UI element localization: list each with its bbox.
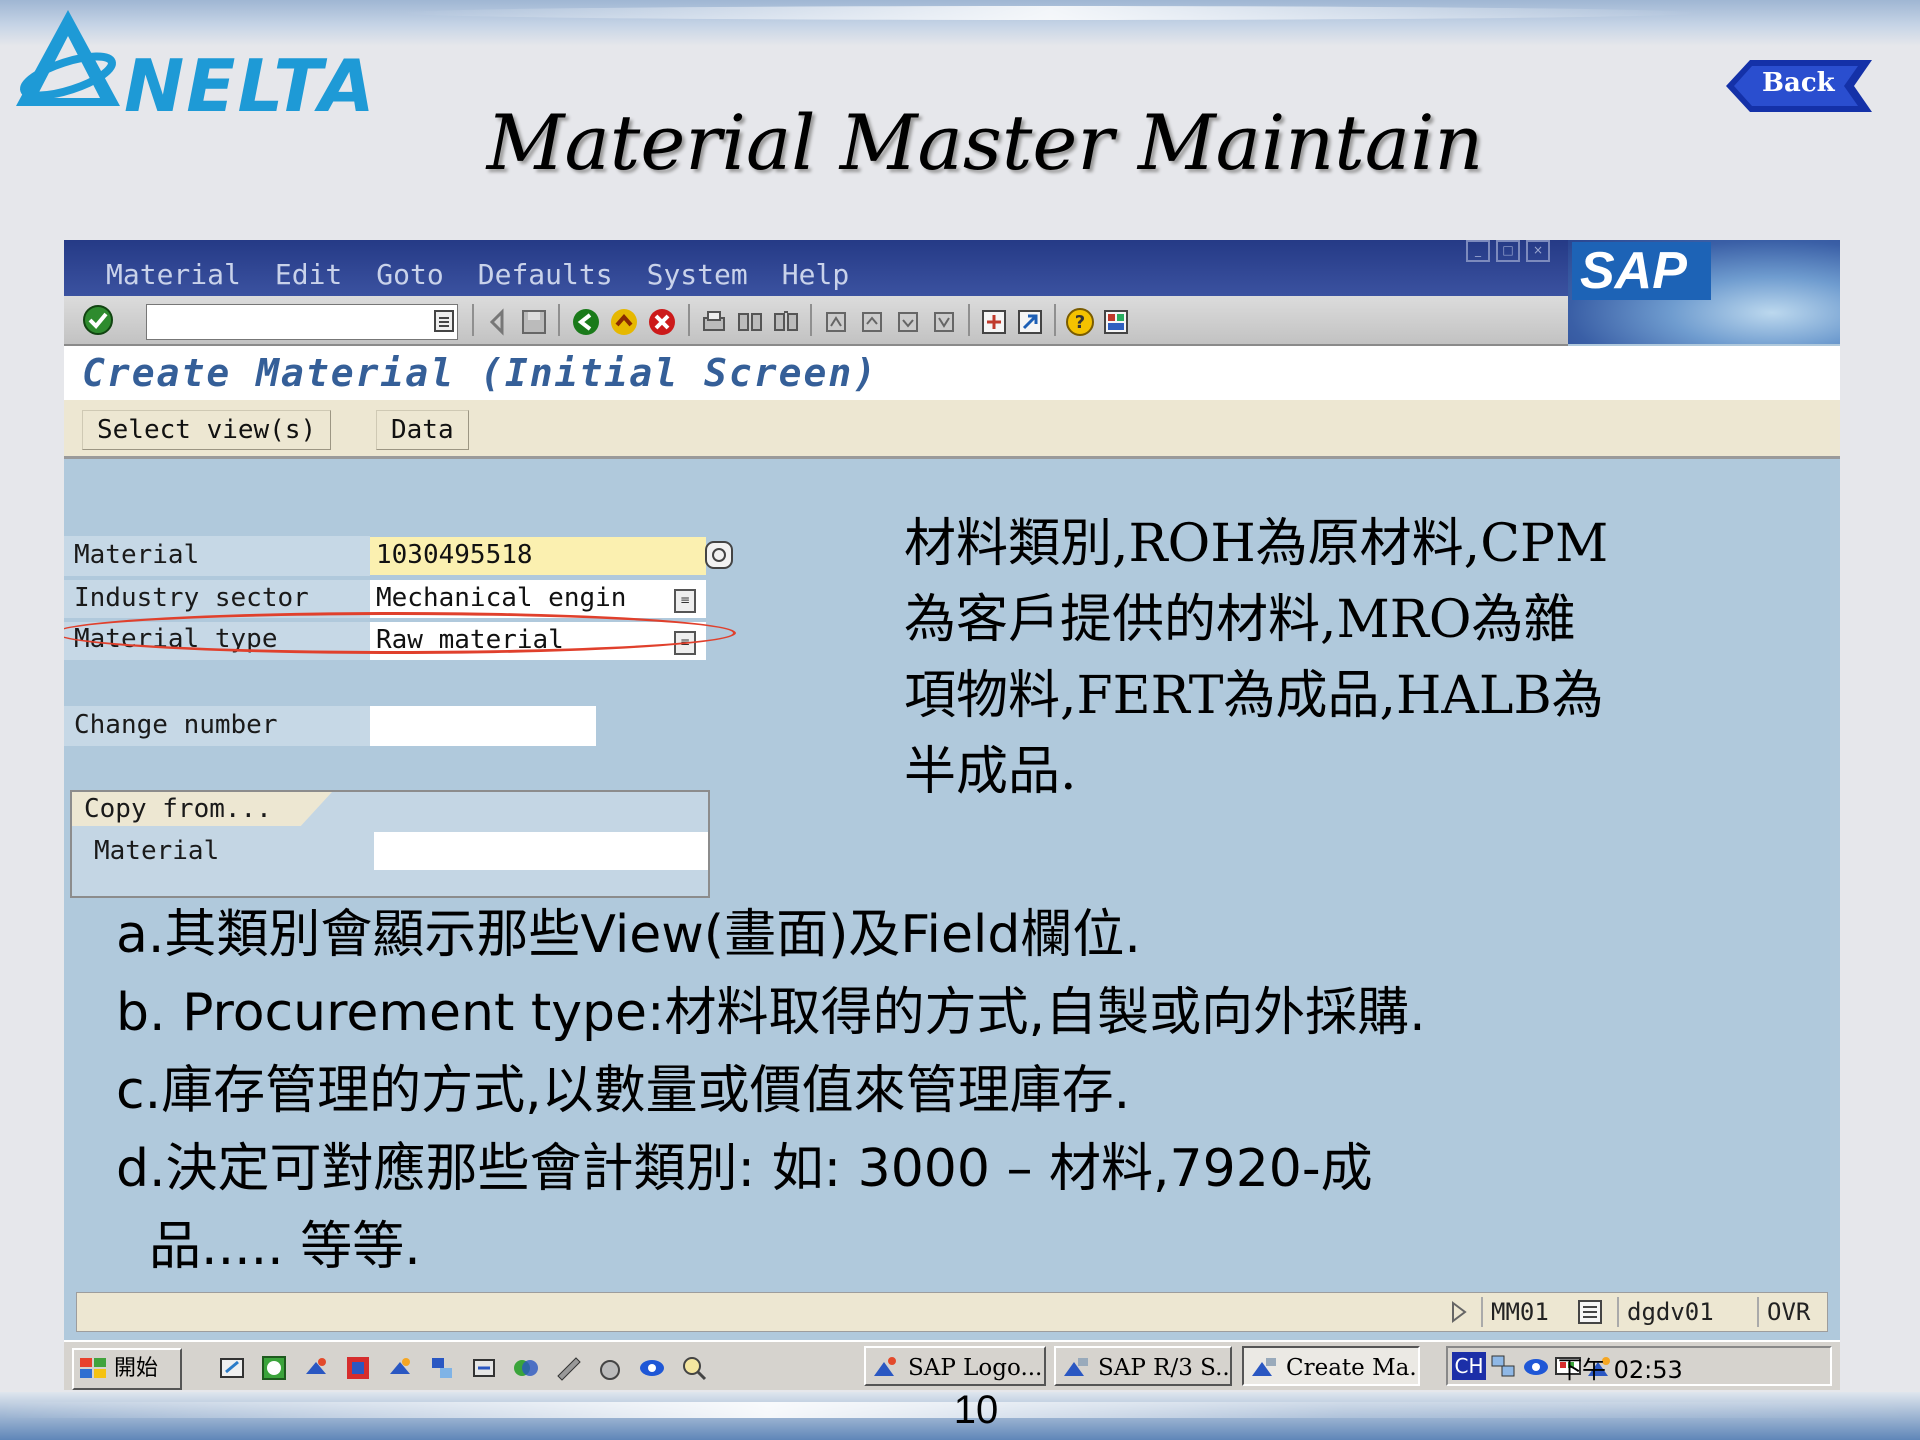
change-number-input[interactable] (370, 706, 596, 746)
page-number: 10 (953, 1388, 999, 1432)
last-page-icon[interactable] (930, 308, 958, 336)
data-button[interactable]: Data (376, 410, 469, 450)
save-icon[interactable] (520, 308, 548, 336)
list-item: b. Procurement type:材料取得的方式,自製或向外採購. (116, 983, 1426, 1043)
status-expand-icon[interactable] (1449, 1301, 1469, 1323)
minimize-icon[interactable]: _ (1466, 240, 1490, 262)
quicklaunch-tool-icon[interactable] (554, 1354, 582, 1382)
command-field[interactable] (146, 304, 458, 340)
close-icon[interactable]: × (1526, 240, 1550, 262)
back-arrow-icon[interactable] (484, 308, 512, 336)
menu-defaults[interactable]: Defaults (478, 258, 613, 291)
shortcut-icon[interactable] (1016, 308, 1044, 336)
quicklaunch-desktop-icon[interactable] (218, 1354, 246, 1382)
server-name: dgdv01 (1617, 1297, 1714, 1327)
menu-help[interactable]: Help (782, 258, 849, 291)
toolbar-separator (968, 304, 970, 336)
material-type-note: 材料類別,ROH為原材料,CPM 為客戶提供的材料,MRO為雜 項物料,FERT… (904, 506, 1724, 810)
cancel-icon[interactable] (648, 308, 676, 336)
exit-icon[interactable] (610, 308, 638, 336)
task-sap-logon-icon (874, 1357, 896, 1376)
note-line: 材料類別,ROH為原材料,CPM (904, 514, 1609, 574)
taskbar-clock: 下午 02:53 (1558, 1356, 1683, 1384)
industry-dropdown-icon[interactable]: ≡ (674, 589, 696, 613)
copy-from-title: Copy from... (84, 794, 272, 824)
toolbar-separator (558, 304, 560, 336)
list-item: a.其類別會顯示那些View(畫面)及Field欄位. (116, 905, 1141, 965)
note-line: 為客戶提供的材料,MRO為雜 (904, 590, 1576, 650)
help-icon[interactable]: ? (1066, 308, 1094, 336)
application-toolbar: Select view(s) Data (64, 400, 1840, 459)
sap-status-bar: MM01 dgdv01 OVR (76, 1292, 1828, 1332)
enter-check-icon[interactable] (82, 304, 114, 336)
note-line: 項物料,FERT為成品,HALB為 (904, 666, 1604, 726)
industry-sector-label: Industry sector (74, 583, 309, 613)
menu-material[interactable]: Material (106, 258, 241, 291)
tray-ie-icon[interactable] (1522, 1354, 1550, 1380)
toolbar-separator (1054, 304, 1056, 336)
task-sap-r3-icon (1064, 1358, 1088, 1376)
sap-brand-logo: SAP (1572, 242, 1711, 300)
previous-page-icon[interactable] (858, 308, 886, 336)
menu-system[interactable]: System (647, 258, 748, 291)
quicklaunch-ie-icon[interactable] (638, 1354, 666, 1382)
change-number-label: Change number (74, 710, 278, 740)
quicklaunch-search-icon[interactable] (680, 1354, 708, 1382)
copy-material-input[interactable] (374, 832, 708, 870)
print-icon[interactable] (700, 308, 728, 336)
next-page-icon[interactable] (894, 308, 922, 336)
windows-taskbar: 開始 SAP Logo... SAP R/3 S... Create Ma...… (64, 1340, 1840, 1390)
material-label: Material (74, 540, 200, 570)
transaction-code: MM01 (1481, 1297, 1549, 1327)
find-next-icon[interactable] (772, 308, 800, 336)
find-icon[interactable] (736, 308, 764, 336)
quicklaunch-share-icon[interactable] (512, 1354, 540, 1382)
slide-title: Material Master Maintain (486, 98, 1484, 187)
menu-edit[interactable]: Edit (275, 258, 342, 291)
screen-title: Create Material (Initial Screen) (64, 346, 1840, 400)
slide-top-streak (400, 6, 1700, 20)
customize-layout-icon[interactable] (1102, 308, 1130, 336)
create-session-icon[interactable] (980, 308, 1008, 336)
sap-window: Material Edit Goto Defaults System Help … (64, 240, 1840, 1390)
svg-text:?: ? (1075, 312, 1085, 333)
list-item: 品..... 等等. (116, 1217, 421, 1277)
input-language-indicator[interactable]: CH (1452, 1352, 1486, 1380)
quicklaunch-sap-icon[interactable] (302, 1354, 330, 1382)
tray-network-icon[interactable] (1490, 1354, 1518, 1380)
quicklaunch-apple-icon[interactable] (596, 1354, 624, 1382)
material-input[interactable]: 1030495518 (370, 537, 706, 575)
copy-material-label: Material (94, 836, 220, 866)
green-back-icon[interactable] (572, 308, 600, 336)
task-create-material-icon (1252, 1358, 1276, 1376)
explanation-list: a.其類別會顯示那些View(畫面)及Field欄位. b. Procureme… (116, 896, 1426, 1286)
session-list-icon[interactable] (1577, 1299, 1603, 1325)
quicklaunch-clock-icon[interactable] (260, 1354, 288, 1382)
first-page-icon[interactable] (822, 308, 850, 336)
menu-goto[interactable]: Goto (376, 258, 443, 291)
insert-mode: OVR (1757, 1297, 1810, 1327)
maximize-icon[interactable]: □ (1496, 240, 1520, 262)
quicklaunch-sap-gui-icon[interactable] (386, 1354, 414, 1382)
windows-flag-icon (80, 1358, 106, 1378)
note-line: 半成品. (904, 742, 1077, 802)
list-item: d.決定可對應那些會計類別: 如: 3000 – 材料,7920-成 (116, 1139, 1373, 1199)
sap-standard-toolbar: ? (64, 296, 1568, 346)
material-search-icon[interactable] (704, 540, 734, 570)
sap-menu-bar: Material Edit Goto Defaults System Help (106, 258, 849, 291)
list-item: c.庫存管理的方式,以數量或價值來管理庫存. (116, 1061, 1131, 1121)
highlight-ellipse (64, 612, 736, 654)
copy-from-group: Copy from... Material (70, 790, 710, 898)
toolbar-separator (472, 304, 474, 336)
window-controls: _ □ × (1466, 240, 1550, 262)
quicklaunch-network-icon[interactable] (428, 1354, 456, 1382)
quicklaunch-sync-icon[interactable] (470, 1354, 498, 1382)
back-label[interactable]: Back (1762, 68, 1835, 98)
toolbar-separator (688, 304, 690, 336)
quicklaunch-graph-icon[interactable] (344, 1354, 372, 1382)
toolbar-separator (810, 304, 812, 336)
select-views-button[interactable]: Select view(s) (82, 410, 332, 450)
command-history-icon[interactable] (434, 310, 454, 332)
